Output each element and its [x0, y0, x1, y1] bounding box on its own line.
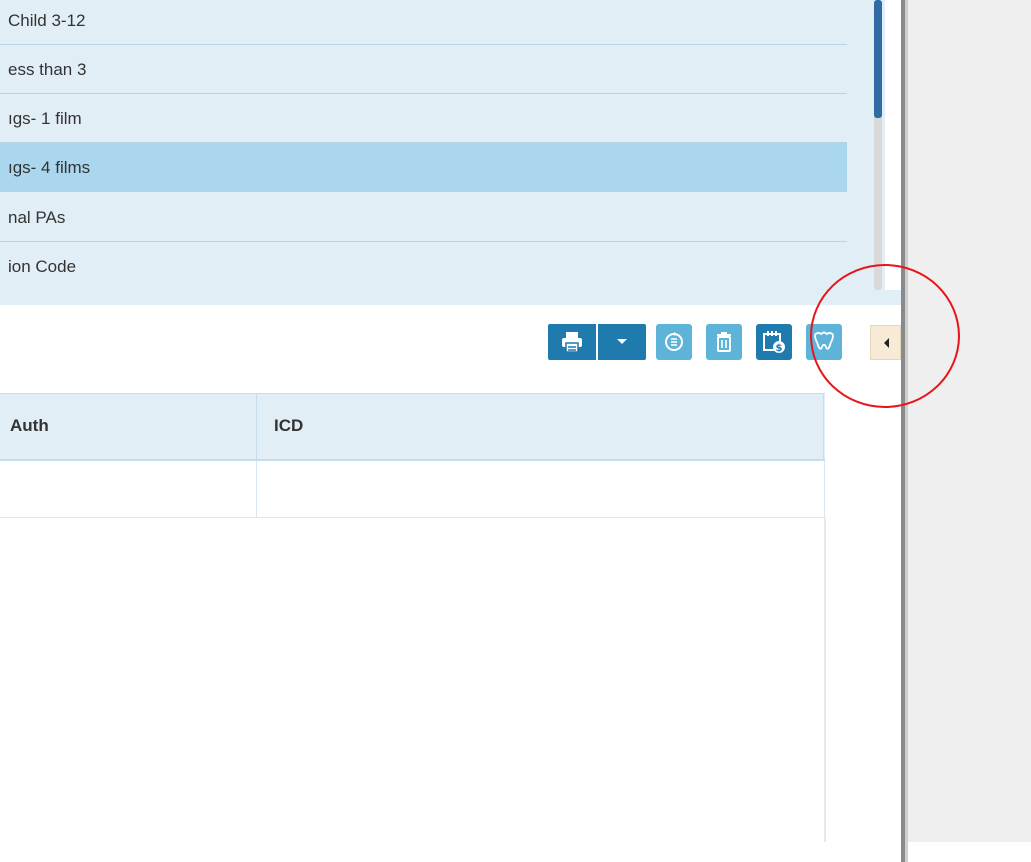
cell-auth[interactable] [0, 461, 257, 517]
procedure-list-edge [871, 290, 901, 305]
printer-icon [560, 331, 584, 353]
svg-text:$: $ [776, 343, 783, 354]
calendar-dollar-icon: $ [762, 330, 786, 354]
grid-border [824, 518, 826, 842]
collapsed-side-panel [908, 0, 1031, 842]
procedure-list: Child 3-12 ess than 3 ıgs- 1 film ıgs- 4… [0, 0, 871, 305]
tooth-icon [812, 331, 836, 353]
table-row[interactable] [0, 461, 825, 518]
refresh-list-icon [662, 330, 686, 354]
column-header-icd[interactable]: ICD [257, 394, 824, 460]
authorization-grid: Auth ICD [0, 393, 825, 518]
procedure-item[interactable]: nal PAs [0, 193, 847, 242]
procedure-item[interactable]: ess than 3 [0, 45, 847, 94]
refresh-list-button[interactable] [656, 324, 692, 360]
cell-icd[interactable] [257, 461, 825, 517]
tooth-chart-button[interactable] [806, 324, 842, 360]
fee-schedule-button[interactable]: $ [756, 324, 792, 360]
grid-header: Auth ICD [0, 393, 825, 461]
procedure-item[interactable]: ion Code [0, 242, 847, 291]
delete-button[interactable] [706, 324, 742, 360]
collapse-panel-button[interactable] [870, 325, 901, 360]
procedure-item-selected[interactable]: ıgs- 4 films [0, 143, 847, 192]
scrollbar-thumb[interactable] [874, 0, 882, 118]
column-header-auth[interactable]: Auth [0, 394, 257, 460]
caret-left-icon [882, 337, 890, 349]
print-options-dropdown[interactable] [598, 324, 646, 360]
procedure-item[interactable]: Child 3-12 [0, 0, 847, 45]
procedure-item[interactable]: ıgs- 1 film [0, 94, 847, 143]
trash-icon [714, 331, 734, 353]
print-button[interactable] [548, 324, 596, 360]
caret-down-icon [616, 338, 628, 346]
